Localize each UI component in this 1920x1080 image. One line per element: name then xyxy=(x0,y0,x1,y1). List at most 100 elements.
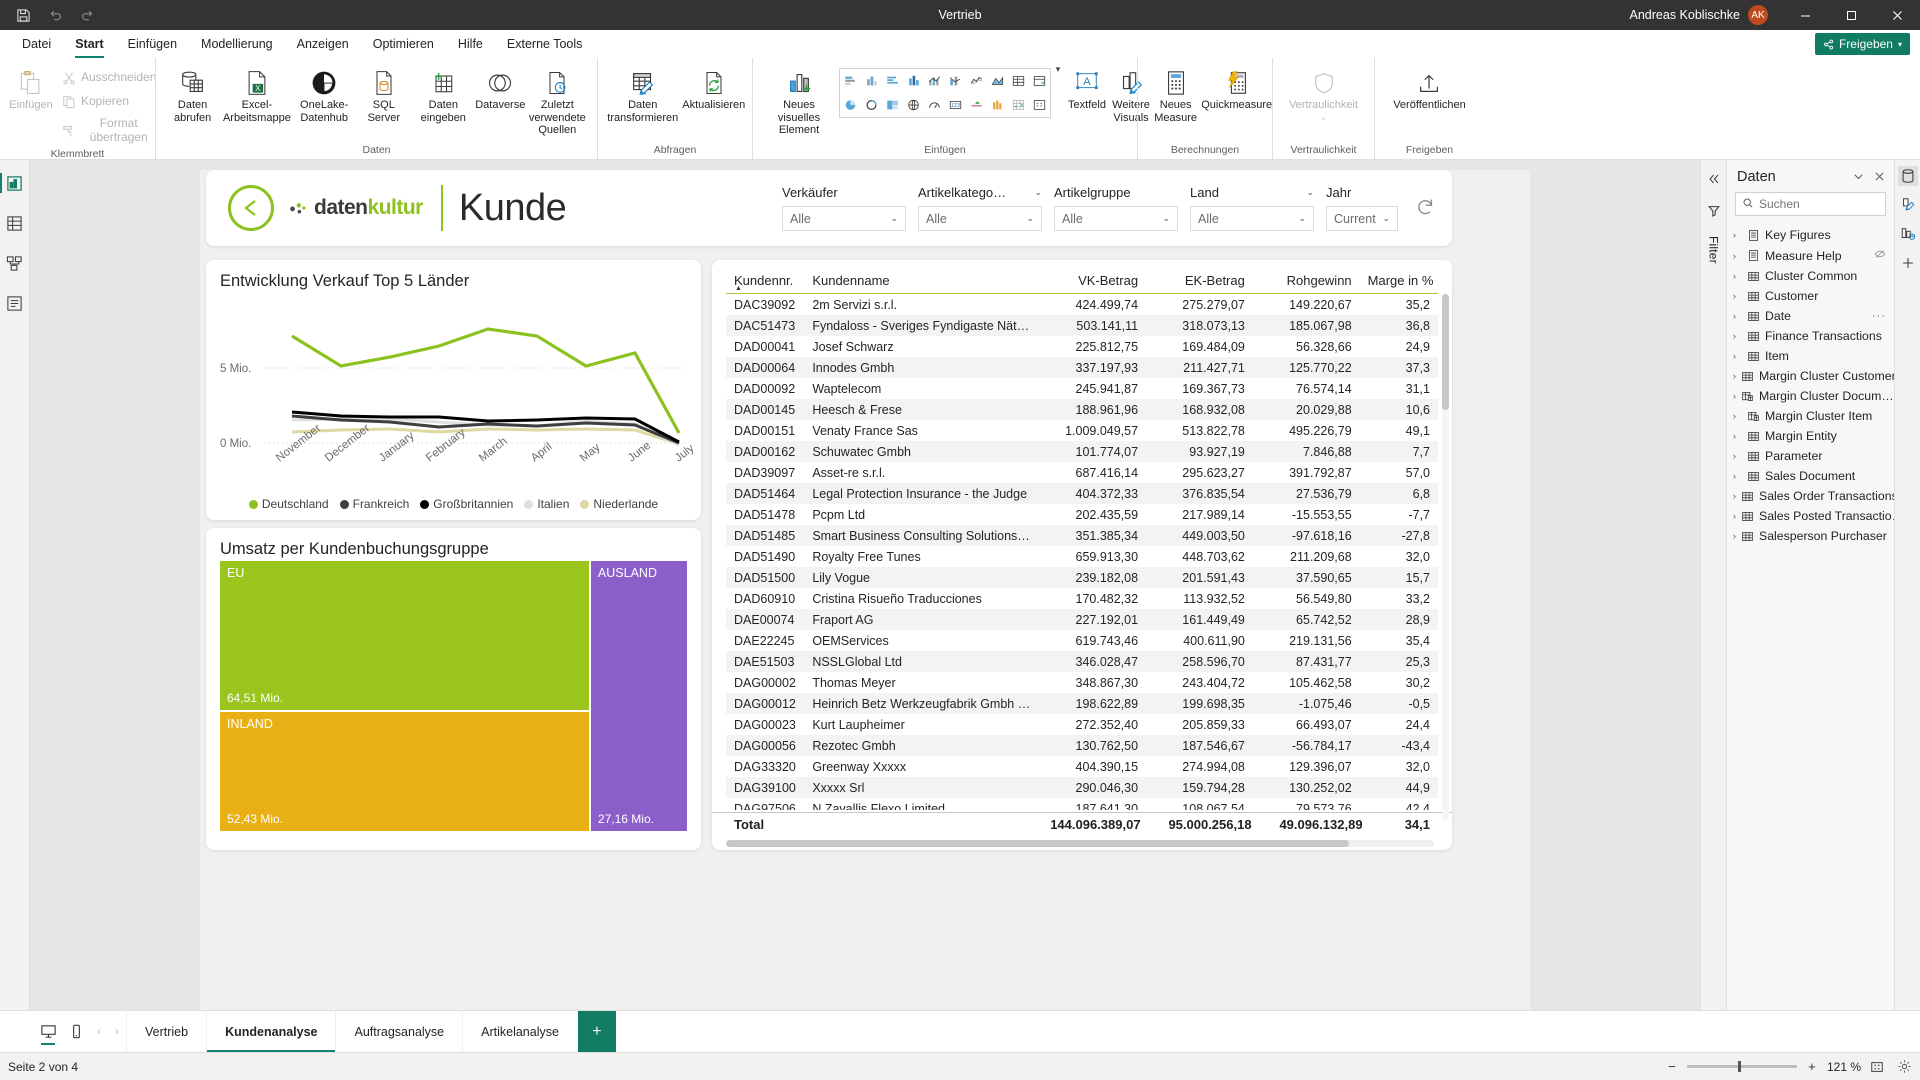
slicer-dropdown-jahr[interactable]: Current ⌄ xyxy=(1326,206,1398,231)
dataverse-button[interactable]: Dataverse xyxy=(477,64,524,115)
excel-workbook-button[interactable]: X Excel-Arbeitsmappe xyxy=(223,64,290,127)
expand-chevron-icon[interactable]: › xyxy=(1733,531,1736,541)
column-header-kundenname[interactable]: Kundenname xyxy=(804,270,1039,294)
table-row[interactable]: DAD00151Venaty France Sas1.009.049,57513… xyxy=(726,420,1438,441)
treemap-icon[interactable] xyxy=(883,94,903,116)
viz-gallery-expand-icon[interactable]: ▾ xyxy=(1051,64,1065,75)
legend-item-grossbritannien[interactable]: Großbritannien xyxy=(420,497,513,511)
share-button[interactable]: Freigeben ▾ xyxy=(1815,33,1910,55)
table-row[interactable]: DAD51464Legal Protection Insurance - the… xyxy=(726,483,1438,504)
stacked-column-chart-icon[interactable] xyxy=(862,70,882,92)
table-row[interactable]: DAD00092Waptelecom245.941,87169.367,7376… xyxy=(726,378,1438,399)
save-icon[interactable] xyxy=(14,6,32,24)
table-row[interactable]: DAD00064Innodes Gmbh337.197,93211.427,71… xyxy=(726,357,1438,378)
table-row[interactable]: DAG00056Rezotec Gmbh130.762,50187.546,67… xyxy=(726,735,1438,756)
slicer-dropdown-artikelkategorie[interactable]: Alle ⌄ xyxy=(918,206,1042,231)
refresh-button[interactable]: Aktualisieren xyxy=(682,64,747,115)
minimize-button[interactable] xyxy=(1782,0,1828,30)
transform-data-button[interactable]: Daten transformieren xyxy=(604,64,682,127)
data-pane-item[interactable]: ›Margin Cluster Docum… xyxy=(1727,386,1894,406)
card-visual-icon[interactable]: 123 xyxy=(946,94,966,116)
column-header-vk-betrag[interactable]: VK-Betrag xyxy=(1039,270,1146,294)
expand-chevron-icon[interactable]: › xyxy=(1733,251,1742,261)
table-row[interactable]: DAG33320Greenway Xxxxx404.390,15274.994,… xyxy=(726,756,1438,777)
column-header-ek-betrag[interactable]: EK-Betrag xyxy=(1146,270,1253,294)
table-row[interactable]: DAG00023Kurt Laupheimer272.352,40205.859… xyxy=(726,714,1438,735)
data-pane-item[interactable]: ›Sales Order Transactions xyxy=(1727,486,1894,506)
expand-chevron-icon[interactable]: › xyxy=(1733,471,1742,481)
menu-item-anzeigen[interactable]: Anzeigen xyxy=(285,30,361,58)
redo-icon[interactable] xyxy=(78,6,96,24)
table-vertical-scrollbar[interactable] xyxy=(1442,294,1449,820)
chevron-down-icon[interactable]: ⌄ xyxy=(1034,187,1042,198)
legend-item-deutschland[interactable]: Deutschland xyxy=(249,497,329,511)
enter-data-button[interactable]: Daten eingeben xyxy=(410,64,477,127)
table-visual-icon[interactable] xyxy=(1009,70,1029,92)
expand-chevron-icon[interactable]: › xyxy=(1733,230,1742,240)
data-pane-item[interactable]: ›Margin Cluster Customer xyxy=(1727,366,1894,386)
slicer-dropdown-verkaeufer[interactable]: Alle ⌄ xyxy=(782,206,906,231)
table-view-icon[interactable] xyxy=(4,212,26,234)
page-tab-artikelanalyse[interactable]: Artikelanalyse xyxy=(462,1011,577,1052)
data-pane-item[interactable]: ›Item xyxy=(1727,346,1894,366)
table-row[interactable]: DAC390922m Servizi s.r.l.424.499,74275.2… xyxy=(726,294,1438,316)
map-icon[interactable] xyxy=(904,94,924,116)
expand-chevron-icon[interactable]: › xyxy=(1733,311,1742,321)
slicer-dropdown-artikelgruppe[interactable]: Alle ⌄ xyxy=(1054,206,1178,231)
sensitivity-button[interactable]: Vertraulichkeit ⌄ xyxy=(1284,64,1363,126)
column-header-kundennr[interactable]: Kundennr. ▲ xyxy=(726,270,804,294)
line-and-stacked-column-chart-icon[interactable] xyxy=(946,70,966,92)
clustered-column-chart-icon[interactable] xyxy=(904,70,924,92)
expand-chevron-icon[interactable]: › xyxy=(1733,331,1742,341)
table-row[interactable]: DAE51503NSSLGlobal Ltd346.028,47258.596,… xyxy=(726,651,1438,672)
data-pane-search[interactable] xyxy=(1735,192,1886,216)
maximize-button[interactable] xyxy=(1828,0,1874,30)
expand-chevron-icon[interactable]: › xyxy=(1733,491,1736,501)
format-painter-button[interactable]: Format übertragen xyxy=(56,114,162,148)
legend-item-niederlande[interactable]: Niederlande xyxy=(580,497,658,511)
report-view-icon[interactable] xyxy=(4,172,26,194)
kpi-icon[interactable] xyxy=(967,94,987,116)
page-tab-kundenanalyse[interactable]: Kundenanalyse xyxy=(206,1011,335,1052)
table-row[interactable]: DAD00041Josef Schwarz225.812,75169.484,0… xyxy=(726,336,1438,357)
area-chart-icon[interactable] xyxy=(988,70,1008,92)
line-chart-icon[interactable] xyxy=(967,70,987,92)
chevron-down-icon[interactable] xyxy=(1852,170,1865,185)
add-pane-icon[interactable] xyxy=(1898,253,1918,273)
get-data-button[interactable]: Daten abrufen xyxy=(162,64,223,127)
treemap-node-eu[interactable]: EU 64,51 Mio. xyxy=(220,561,589,710)
menu-item-externe-tools[interactable]: Externe Tools xyxy=(495,30,595,58)
next-page-icon[interactable]: › xyxy=(108,1011,126,1052)
stacked-bar-chart-icon[interactable] xyxy=(841,70,861,92)
data-pane-item[interactable]: ›Salesperson Purchaser xyxy=(1727,526,1894,546)
quickmeasure-button[interactable]: Quickmeasure xyxy=(1207,64,1266,115)
table-row[interactable]: DAG97506N Zavallis Flexo Limited187.641,… xyxy=(726,798,1438,810)
menu-item-start[interactable]: Start xyxy=(63,30,115,58)
more-visuals-cell-icon[interactable] xyxy=(1030,94,1050,116)
zoom-slider-thumb[interactable] xyxy=(1738,1061,1741,1072)
treemap-visual[interactable]: Umsatz per Kundenbuchungsgruppe EU 64,51… xyxy=(206,528,701,850)
mobile-view-icon[interactable] xyxy=(62,1011,90,1052)
model-view-icon[interactable] xyxy=(4,252,26,274)
zoom-slider[interactable] xyxy=(1687,1065,1797,1068)
table-row[interactable]: DAE22245OEMServices619.743,46400.611,902… xyxy=(726,630,1438,651)
matrix-visual-icon[interactable] xyxy=(1030,70,1050,92)
dax-query-view-icon[interactable] xyxy=(4,292,26,314)
menu-item-optimieren[interactable]: Optimieren xyxy=(361,30,446,58)
visualization-gallery[interactable]: 123 xyxy=(839,68,1051,118)
new-visual-button[interactable]: Neues visuelles Element xyxy=(759,64,839,140)
onelake-hub-button[interactable]: OneLake-Datenhub xyxy=(291,64,358,127)
table-row[interactable]: DAG39100Xxxxx Srl290.046,30159.794,28130… xyxy=(726,777,1438,798)
expand-chevron-icon[interactable]: › xyxy=(1733,391,1736,401)
zoom-in-button[interactable]: + xyxy=(1806,1059,1818,1074)
menu-item-hilfe[interactable]: Hilfe xyxy=(446,30,495,58)
scatter-chart-icon[interactable] xyxy=(1009,94,1029,116)
avatar[interactable]: AK xyxy=(1748,5,1768,25)
data-pane-item[interactable]: ›Measure Help xyxy=(1727,245,1894,266)
gauge-icon[interactable] xyxy=(925,94,945,116)
pie-chart-icon[interactable] xyxy=(841,94,861,116)
table-row[interactable]: DAG00002Thomas Meyer348.867,30243.404,72… xyxy=(726,672,1438,693)
data-pane-item[interactable]: ›Parameter xyxy=(1727,446,1894,466)
table-row[interactable]: DAD51500Lily Vogue239.182,08201.591,4337… xyxy=(726,567,1438,588)
page-tab-auftragsanalyse[interactable]: Auftragsanalyse xyxy=(335,1011,462,1052)
